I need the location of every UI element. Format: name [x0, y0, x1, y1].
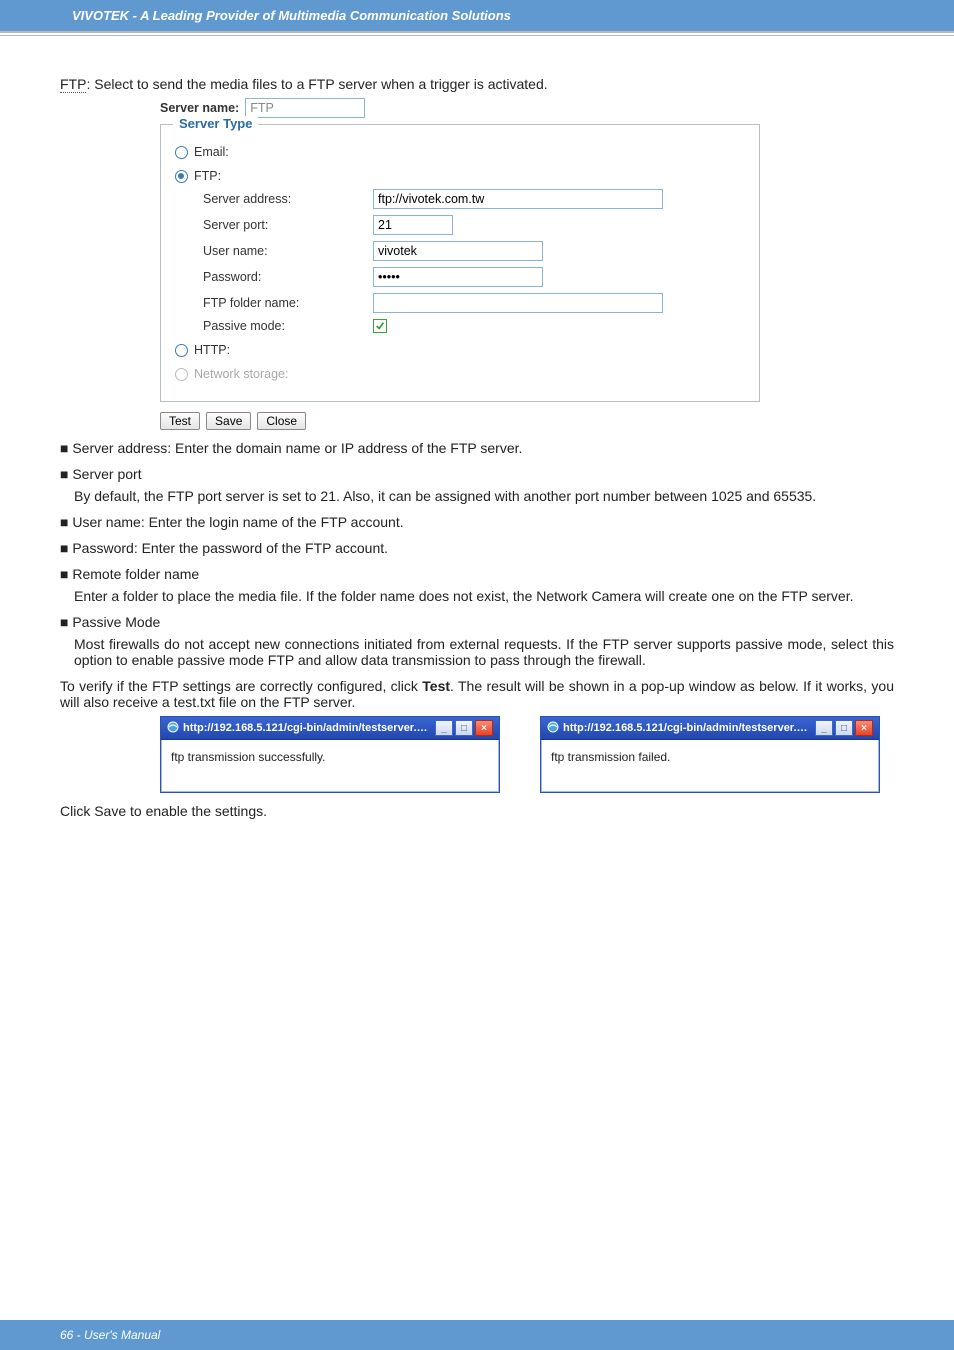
popup-success: http://192.168.5.121/cgi-bin/admin/tests…: [160, 716, 500, 793]
radio-http[interactable]: [175, 344, 188, 357]
maximize-icon[interactable]: □: [455, 720, 473, 736]
popup-fail-title: http://192.168.5.121/cgi-bin/admin/tests…: [563, 722, 809, 734]
radio-ftp[interactable]: [175, 170, 188, 183]
popup-fail: http://192.168.5.121/cgi-bin/admin/tests…: [540, 716, 880, 793]
bullet-password: ■ Password: Enter the password of the FT…: [60, 540, 894, 556]
bullet-remote-folder-body: Enter a folder to place the media file. …: [74, 588, 894, 604]
footer-text: 66 - User's Manual: [60, 1328, 160, 1342]
radio-network-storage-label: Network storage:: [194, 367, 288, 381]
radio-ftp-row[interactable]: FTP:: [175, 169, 745, 183]
server-address-input[interactable]: [373, 189, 663, 209]
radio-email[interactable]: [175, 146, 188, 159]
close-button[interactable]: Close: [257, 412, 306, 430]
test-button[interactable]: Test: [160, 412, 200, 430]
radio-email-label: Email:: [194, 145, 229, 159]
save-button[interactable]: Save: [206, 412, 251, 430]
page-footer: 66 - User's Manual: [0, 1320, 954, 1350]
server-type-legend: Server Type: [173, 116, 258, 131]
page-content: FTP: Select to send the media files to a…: [0, 36, 954, 819]
verify-paragraph: To verify if the FTP settings are correc…: [60, 678, 894, 710]
popup-fail-text: ftp transmission failed.: [551, 750, 670, 764]
passive-mode-checkbox[interactable]: [373, 319, 387, 333]
popup-success-title: http://192.168.5.121/cgi-bin/admin/tests…: [183, 722, 429, 734]
radio-http-label: HTTP:: [194, 343, 230, 357]
server-name-input[interactable]: [245, 98, 365, 118]
popup-fail-body: ftp transmission failed.: [541, 740, 879, 792]
password-label: Password:: [203, 270, 373, 284]
user-name-label: User name:: [203, 244, 373, 258]
server-port-input[interactable]: [373, 215, 453, 235]
bullet-passive-head: ■ Passive Mode: [60, 614, 894, 630]
maximize-icon[interactable]: □: [835, 720, 853, 736]
server-port-label: Server port:: [203, 218, 373, 232]
button-row: Test Save Close: [160, 412, 760, 430]
header-title: VIVOTEK - A Leading Provider of Multimed…: [72, 8, 511, 23]
ie-icon: [547, 721, 559, 736]
bullet-server-port-body: By default, the FTP port server is set t…: [74, 488, 894, 504]
verify-pre: To verify if the FTP settings are correc…: [60, 678, 422, 694]
server-name-label: Server name:: [160, 101, 239, 115]
popup-row: http://192.168.5.121/cgi-bin/admin/tests…: [160, 716, 894, 793]
page-header: VIVOTEK - A Leading Provider of Multimed…: [0, 0, 954, 33]
popup-success-body: ftp transmission successfully.: [161, 740, 499, 792]
intro-line: FTP: Select to send the media files to a…: [60, 76, 894, 92]
bullet-user-name: ■ User name: Enter the login name of the…: [60, 514, 894, 530]
popup-success-titlebar: http://192.168.5.121/cgi-bin/admin/tests…: [161, 717, 499, 740]
bullet-remote-folder-head: ■ Remote folder name: [60, 566, 894, 582]
ftp-folder-label: FTP folder name:: [203, 296, 373, 310]
user-name-input[interactable]: [373, 241, 543, 261]
radio-network-storage: [175, 368, 188, 381]
passive-mode-label: Passive mode:: [203, 319, 373, 333]
server-name-row: Server name:: [160, 98, 760, 118]
server-address-label: Server address:: [203, 192, 373, 206]
minimize-icon[interactable]: _: [815, 720, 833, 736]
server-settings-panel: Server name: Server Type Email: FTP: Ser…: [160, 98, 760, 430]
bullet-server-address: ■ Server address: Enter the domain name …: [60, 440, 894, 456]
ftp-form: Server address: Server port: User name: …: [203, 189, 745, 333]
popup-success-text: ftp transmission successfully.: [171, 750, 326, 764]
bullet-server-port-head: ■ Server port: [60, 466, 894, 482]
intro-ftp-label: FTP: [60, 76, 86, 93]
bullet-passive-body: Most firewalls do not accept new connect…: [74, 636, 894, 668]
radio-email-row[interactable]: Email:: [175, 145, 745, 159]
close-icon[interactable]: ×: [855, 720, 873, 736]
intro-text: : Select to send the media files to a FT…: [86, 76, 547, 92]
radio-http-row[interactable]: HTTP:: [175, 343, 745, 357]
check-icon: [375, 321, 385, 331]
ftp-folder-input[interactable]: [373, 293, 663, 313]
server-type-fieldset: Server Type Email: FTP: Server address: …: [160, 124, 760, 402]
radio-network-storage-row: Network storage:: [175, 367, 745, 381]
ie-icon: [167, 721, 179, 736]
after-popup-text: Click Save to enable the settings.: [60, 803, 894, 819]
verify-test-word: Test: [422, 678, 450, 694]
popup-fail-titlebar: http://192.168.5.121/cgi-bin/admin/tests…: [541, 717, 879, 740]
minimize-icon[interactable]: _: [435, 720, 453, 736]
radio-ftp-label: FTP:: [194, 169, 221, 183]
close-icon[interactable]: ×: [475, 720, 493, 736]
password-input[interactable]: [373, 267, 543, 287]
